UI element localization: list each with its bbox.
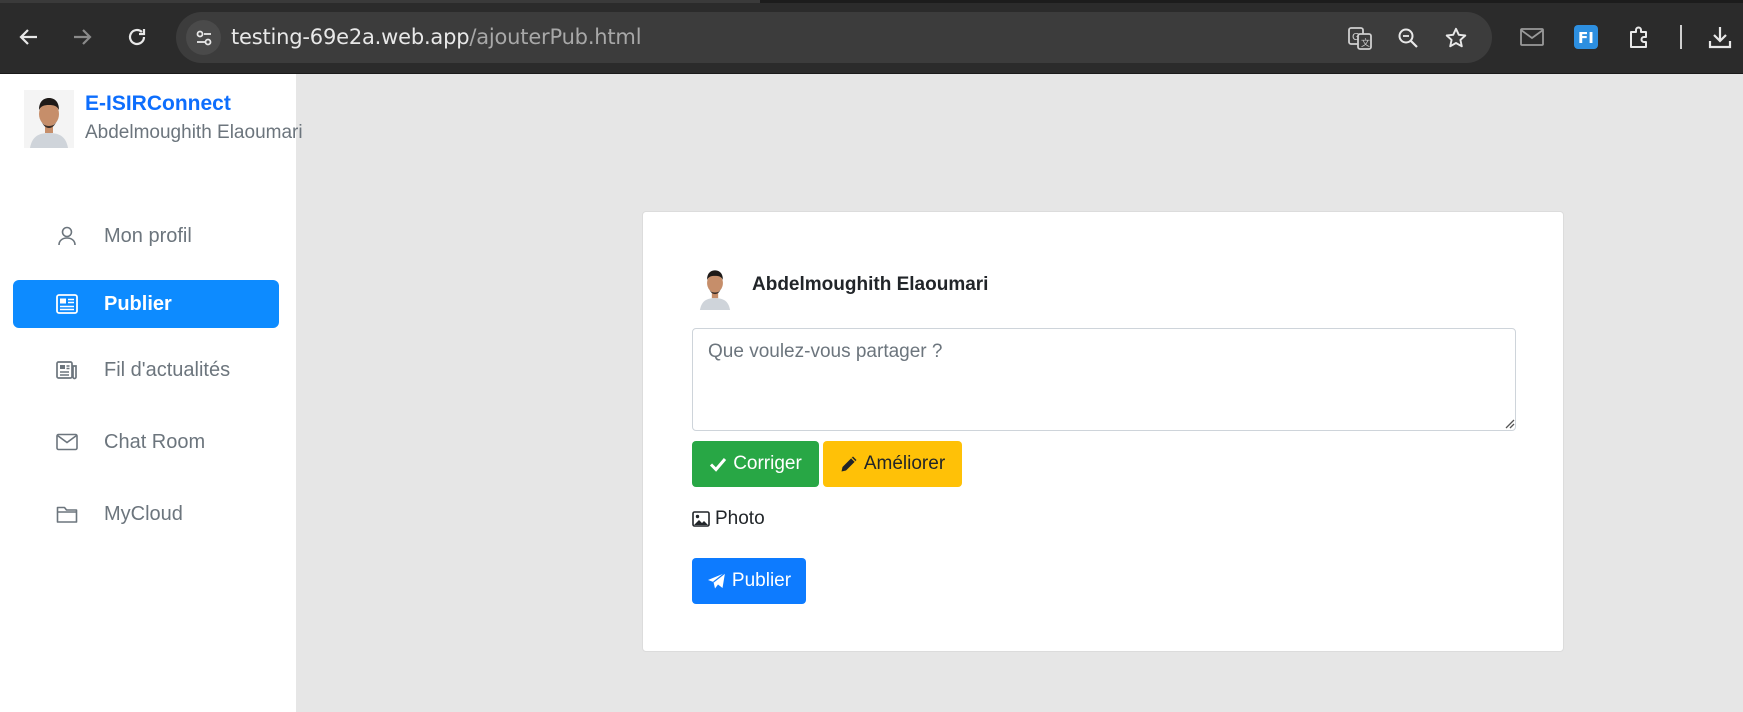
envelope-icon <box>55 430 79 454</box>
svg-text:文: 文 <box>1361 37 1370 49</box>
reload-button[interactable] <box>119 19 155 55</box>
user-icon <box>55 224 79 248</box>
url-host: testing-69e2a.web.app <box>231 25 470 49</box>
newspaper-icon <box>55 292 79 316</box>
sidebar-item-label: MyCloud <box>104 502 183 525</box>
fi-extension-icon[interactable]: FI <box>1570 21 1602 53</box>
forward-arrow-icon <box>74 29 92 45</box>
publish-button-label: Publier <box>731 570 792 591</box>
bookmark-star-icon[interactable] <box>1442 24 1470 52</box>
svg-text:FI: FI <box>1578 29 1594 47</box>
sidebar-item-label: Publier <box>104 292 172 315</box>
sidebar-item-publier[interactable]: Publier <box>13 280 279 328</box>
avatar <box>695 264 735 310</box>
reload-icon <box>128 28 146 46</box>
paper-plane-icon <box>707 572 726 589</box>
browser-toolbar: testing-69e2a.web.app/ajouterPub.html G文… <box>0 0 1743 74</box>
sidebar-item-label: Chat Room <box>104 430 206 453</box>
sidebar-item-label: Mon profil <box>104 224 192 247</box>
address-bar[interactable]: testing-69e2a.web.app/ajouterPub.html G文 <box>176 12 1492 63</box>
post-textarea[interactable] <box>692 328 1516 431</box>
resize-handle-icon[interactable] <box>1503 417 1515 429</box>
check-icon <box>710 458 727 472</box>
create-post-card: Abdelmoughith Elaoumari Corriger Amélior… <box>642 211 1564 652</box>
post-author-name: Abdelmoughith Elaoumari <box>752 274 989 295</box>
add-photo-button[interactable]: Photo <box>692 508 765 530</box>
sidebar-item-chat-room[interactable]: Chat Room <box>13 418 279 466</box>
correct-button-label: Corriger <box>733 453 802 474</box>
url-path: /ajouterPub.html <box>469 25 642 49</box>
back-arrow-icon <box>19 29 37 45</box>
active-tab-edge <box>0 0 760 3</box>
image-icon <box>692 511 710 527</box>
forward-button[interactable] <box>64 19 100 55</box>
sidebar-item-mon-profil[interactable]: Mon profil <box>13 212 279 260</box>
extensions-puzzle-icon[interactable] <box>1624 21 1656 53</box>
sidebar: E-ISIRConnect Abdelmoughith Elaoumari Mo… <box>0 74 303 712</box>
avatar <box>24 90 74 148</box>
pencil-icon <box>841 456 857 472</box>
back-button[interactable] <box>11 19 47 55</box>
user-name: Abdelmoughith Elaoumari <box>85 122 303 143</box>
download-icon[interactable] <box>1704 21 1736 53</box>
zoom-icon[interactable] <box>1394 24 1422 52</box>
folder-icon <box>55 502 79 526</box>
news-feed-icon <box>55 358 79 382</box>
mail-extension-icon[interactable] <box>1516 21 1548 53</box>
translate-icon[interactable]: G文 <box>1346 24 1374 52</box>
sidebar-item-label: Fil d'actualités <box>104 358 231 381</box>
site-settings-icon[interactable] <box>186 20 221 55</box>
correct-button[interactable]: Corriger <box>692 441 819 487</box>
publish-button[interactable]: Publier <box>692 558 806 604</box>
improve-button[interactable]: Améliorer <box>823 441 962 487</box>
improve-button-label: Améliorer <box>863 453 946 474</box>
photo-label: Photo <box>715 508 765 529</box>
brand-title[interactable]: E-ISIRConnect <box>85 92 231 116</box>
sidebar-item-fil-actualites[interactable]: Fil d'actualités <box>13 346 279 394</box>
sidebar-item-mycloud[interactable]: MyCloud <box>13 490 279 538</box>
toolbar-divider <box>1680 25 1682 49</box>
url-text[interactable]: testing-69e2a.web.app/ajouterPub.html <box>231 25 642 49</box>
